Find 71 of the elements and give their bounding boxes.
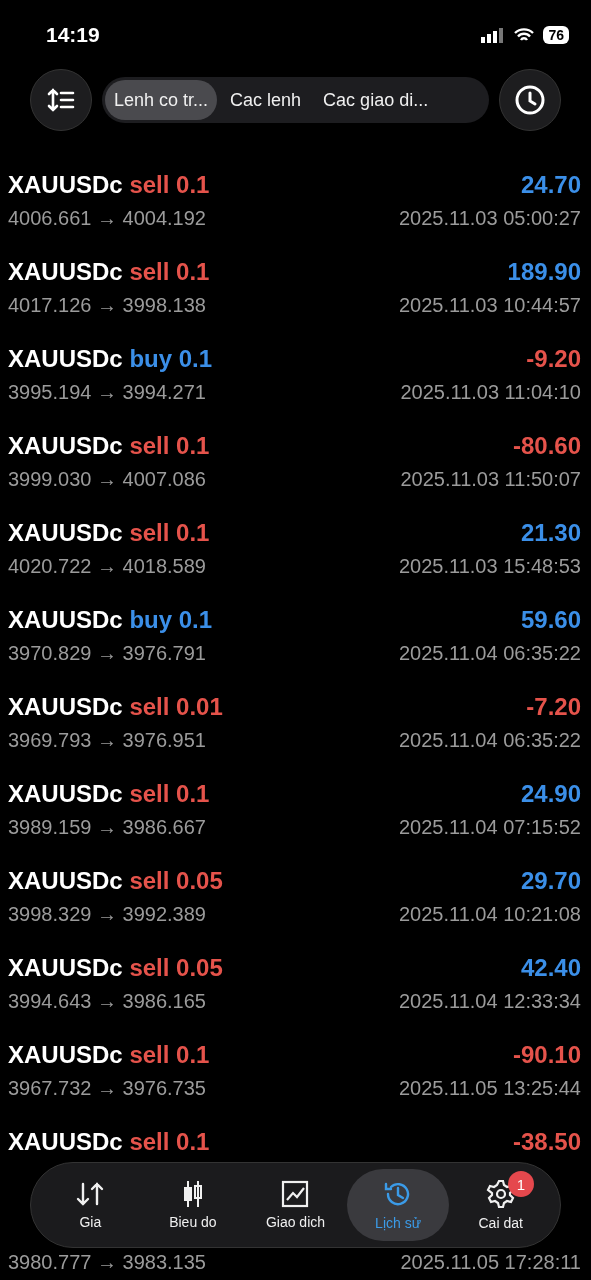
- price-range: 3994.643 → 3986.165: [8, 989, 206, 1013]
- close-time: 2025.11.03 15:48:53: [398, 554, 581, 578]
- trade-title: XAUUSDc buy 0.1: [8, 605, 213, 634]
- notification-badge: 1: [507, 1171, 534, 1197]
- price-range: 3989.159 → 3986.667: [8, 815, 206, 839]
- clock-icon: [514, 84, 546, 116]
- close-time: 2025.11.03 11:50:07: [400, 467, 581, 491]
- sort-icon: [47, 87, 75, 113]
- close-time: 2025.11.03 10:44:57: [398, 293, 581, 317]
- wifi-icon: [513, 27, 536, 43]
- close-time: 2025.11.04 06:35:22: [398, 728, 581, 752]
- profit-value: 21.30: [520, 518, 581, 547]
- close-time: 2025.11.03 11:04:10: [400, 380, 581, 404]
- nav-tab[interactable]: Bieu do: [141, 1169, 245, 1241]
- nav-label: Bieu do: [169, 1214, 217, 1230]
- profit-value: -7.20: [526, 692, 581, 721]
- trade-title: XAUUSDc sell 0.05: [8, 866, 223, 895]
- trade-title: XAUUSDc sell 0.01: [8, 692, 223, 721]
- close-time: 2025.11.05 17:28:11: [400, 1250, 581, 1274]
- price-range: 3980.777 → 3983.135: [8, 1250, 206, 1274]
- nav-label: Gia: [79, 1214, 102, 1230]
- profit-value: 42.40: [520, 953, 581, 982]
- close-time: 2025.11.04 10:21:08: [398, 902, 581, 926]
- close-time: 2025.11.04 07:15:52: [398, 815, 581, 839]
- price-range: 4020.722 → 4018.589: [8, 554, 206, 578]
- trade-title: XAUUSDc buy 0.1: [8, 344, 213, 373]
- close-time: 2025.11.04 06:35:22: [398, 641, 581, 665]
- price-range: 3998.329 → 3992.389: [8, 902, 206, 926]
- profit-value: 29.70: [520, 866, 581, 895]
- trade-title: XAUUSDc sell 0.1: [8, 170, 210, 199]
- up-down-arrows-icon: [75, 1180, 106, 1208]
- trade-title: XAUUSDc sell 0.1: [8, 257, 210, 286]
- nav-tab[interactable]: Giao dich: [244, 1169, 347, 1241]
- close-time: 2025.11.03 05:00:27: [398, 206, 581, 230]
- tab[interactable]: Lenh co tr...: [105, 80, 218, 120]
- nav-tab[interactable]: Gia: [39, 1169, 142, 1241]
- profit-value: 189.90: [507, 257, 581, 286]
- nav-label: Giao dich: [265, 1214, 326, 1230]
- profit-value: -9.20: [526, 344, 581, 373]
- profit-value: -90.10: [512, 1040, 581, 1069]
- nav-tab[interactable]: Lịch sử: [346, 1169, 450, 1241]
- signal-icon: [481, 27, 506, 43]
- trade-title: XAUUSDc sell 0.1: [8, 779, 210, 808]
- price-range: 4006.661 → 4004.192: [8, 206, 206, 230]
- price-range: 4017.126 → 3998.138: [8, 293, 206, 317]
- profit-value: 59.60: [520, 605, 581, 634]
- price-range: 3999.030 → 4007.086: [8, 467, 206, 491]
- trade-title: XAUUSDc sell 0.1: [8, 1040, 210, 1069]
- line-chart-icon: [281, 1180, 310, 1208]
- close-time: 2025.11.04 12:33:34: [398, 989, 581, 1013]
- profit-value: 24.90: [520, 779, 581, 808]
- tab[interactable]: Cac giao di...: [314, 80, 438, 120]
- close-time: 2025.11.05 13:25:44: [398, 1076, 581, 1100]
- price-range: 3995.194 → 3994.271: [8, 380, 206, 404]
- trade-title: XAUUSDc sell 0.1: [8, 1127, 210, 1156]
- clock-time: 14:19: [46, 23, 100, 47]
- profit-value: -80.60: [512, 431, 581, 460]
- trade-title: XAUUSDc sell 0.1: [8, 518, 210, 547]
- price-range: 3967.732 → 3976.735: [8, 1076, 206, 1100]
- profit-value: 24.70: [520, 170, 581, 199]
- nav-label: Lịch sử: [375, 1215, 422, 1231]
- nav-tab[interactable]: Cai dat 1: [449, 1169, 552, 1241]
- trade-title: XAUUSDc sell 0.1: [8, 431, 210, 460]
- tab[interactable]: Cac lenh: [221, 80, 311, 120]
- profit-value: -38.50: [512, 1127, 581, 1156]
- nav-label: Cai dat: [478, 1215, 523, 1231]
- battery-level: 76: [543, 26, 569, 44]
- price-range: 3970.829 → 3976.791: [8, 641, 206, 665]
- settings-icon: [485, 1179, 516, 1209]
- trade-title: XAUUSDc sell 0.05: [8, 953, 223, 982]
- price-range: 3969.793 → 3976.951: [8, 728, 206, 752]
